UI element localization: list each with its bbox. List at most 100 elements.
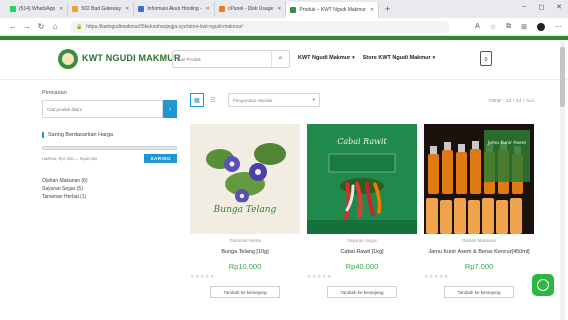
scrollbar-thumb[interactable]	[560, 47, 565, 107]
maximize-icon[interactable]: ◻	[538, 3, 544, 11]
menu-item-kwt[interactable]: KWT Ngudi Makmur ▾	[298, 55, 355, 61]
lock-icon: 🔒	[76, 23, 83, 30]
product-search-input[interactable]	[42, 100, 163, 118]
category-link[interactable]: Olahan Makanan (6)	[42, 177, 177, 185]
product-card[interactable]: Cabai Rawit Sayuran Segar Cabai Rawit [1…	[307, 124, 417, 298]
browser-tab-bad-gateway[interactable]: 502 Bad Gateway ✕	[68, 2, 135, 16]
product-category[interactable]: Sayuran Segar	[307, 238, 417, 243]
product-price: Rp40.000	[345, 262, 379, 271]
rating-stars-icon: ★★★★★	[307, 274, 332, 280]
image-caption: Jamu Kunir Asem	[487, 140, 526, 146]
main-menu: KWT Ngudi Makmur ▾ Store KWT Ngudi Makmur…	[298, 55, 435, 61]
logo-emblem-icon	[62, 53, 74, 65]
jamu-bottles-image: Jamu Kunir Asem	[424, 124, 534, 234]
whatsapp-chat-button[interactable]	[532, 274, 554, 296]
add-to-cart-button[interactable]: Tambah ke keranjang	[444, 286, 514, 298]
page-scrollbar[interactable]	[560, 41, 565, 320]
whatsapp-favicon-icon	[10, 6, 16, 12]
product-name[interactable]: Bunga Telang [10g]	[190, 248, 300, 256]
header-search: ⌕	[172, 50, 290, 68]
site-header: KWT NGUDI MAKMUR ⌕ KWT Ngudi Makmur▾ Sto…	[0, 40, 568, 80]
url-text: https://kwtngudimakmur05kelurahanjogja.x…	[86, 23, 243, 30]
product-image[interactable]: Jamu Kunir Asem	[424, 124, 534, 234]
favorite-icon[interactable]: ☆	[490, 23, 496, 31]
home-icon[interactable]: ⌂	[48, 22, 62, 31]
product-category[interactable]: Olahan Makanan	[424, 238, 534, 243]
site-favicon-icon	[138, 6, 145, 12]
tab-label: Informasi Akun Hosting -	[147, 6, 202, 12]
close-icon[interactable]: ✕	[277, 6, 281, 12]
category-list: Olahan Makanan (6) Sayuran Segar (5) Tan…	[42, 177, 177, 201]
whatsapp-icon	[537, 279, 549, 291]
image-caption: Cabai Rawit	[337, 137, 387, 146]
browser-tab-cpanel[interactable]: cPanel - Disk Usage ✕	[215, 2, 287, 16]
back-icon[interactable]: ←	[6, 22, 20, 31]
close-icon[interactable]: ✕	[370, 7, 374, 13]
browser-tab-hosting[interactable]: Informasi Akun Hosting - ✕	[134, 2, 215, 16]
price-filter-title: Saring Berdasarkan Harga	[42, 132, 177, 138]
sidebar-search-title: Pencarian	[42, 90, 67, 96]
minimize-icon[interactable]: –	[522, 3, 526, 11]
menu-item-store[interactable]: Store KWT Ngudi Makmur ▾	[363, 55, 435, 61]
tab-label: (514) WhatsApp	[19, 6, 56, 12]
product-category[interactable]: Tanaman Herba	[190, 238, 300, 243]
sidebar-search: ›	[42, 100, 177, 118]
rating-stars-icon: ★★★★★	[424, 274, 449, 280]
add-to-cart-button[interactable]: Tambah ke keranjang	[327, 286, 397, 298]
search-submit-button[interactable]: ›	[163, 100, 177, 118]
list-view-icon[interactable]: ☰	[206, 93, 220, 107]
product-name[interactable]: Jamu Kunir Asem & Beras Kencur[450ml]	[424, 248, 534, 256]
new-tab-button[interactable]: +	[385, 4, 390, 14]
collections-icon[interactable]: ⧉	[506, 23, 511, 31]
filter-button[interactable]: SARING	[144, 154, 177, 163]
more-icon[interactable]: ⋯	[555, 23, 562, 31]
browser-tab-produk[interactable]: Produk – KWT Ngudi Makmur ✕	[286, 2, 379, 18]
chevron-down-icon: ▾	[432, 55, 436, 61]
shop-toolbar: ▦ ☰ Pengurutan standar ▾ VIEW : 12 / 24 /…	[190, 92, 535, 108]
price-range-label: HARGA: Rp7,000 — Rp40,000	[42, 156, 98, 161]
browser-tab-bar: (514) WhatsApp ✕ 502 Bad Gateway ✕ Informa…	[0, 0, 568, 18]
forward-icon[interactable]: →	[20, 22, 34, 31]
product-image[interactable]: Bunga Telang	[190, 124, 300, 234]
profile-icon[interactable]	[537, 22, 545, 31]
product-card[interactable]: Bunga Telang Tanaman Herba Bunga Telang …	[190, 124, 300, 298]
product-card[interactable]: Jamu Kunir Asem Olahan Makanan Jamu Kuni…	[424, 124, 534, 298]
category-link[interactable]: Sayuran Segar (5)	[42, 185, 177, 193]
close-window-icon[interactable]: ✕	[556, 3, 562, 11]
bunga-telang-image: Bunga Telang	[190, 124, 300, 234]
shop-sidebar: Pencarian › Saring Berdasarkan Harga HAR…	[42, 90, 177, 201]
slider-fill	[43, 147, 176, 149]
close-icon[interactable]: ✕	[206, 6, 210, 12]
menu-label: KWT Ngudi Makmur	[298, 55, 351, 61]
rating-stars-icon: ★★★★★	[190, 274, 215, 280]
menu-label: Store KWT Ngudi Makmur	[362, 55, 431, 61]
url-field[interactable]: 🔒 https://kwtngudimakmur05kelurahanjogja.…	[70, 20, 450, 33]
cpanel-favicon-icon	[218, 6, 225, 12]
browser-tab-whatsapp[interactable]: (514) WhatsApp ✕	[6, 2, 69, 16]
add-to-cart-button[interactable]: Tambah ke keranjang	[210, 286, 280, 298]
tab-label: cPanel - Disk Usage	[227, 6, 274, 12]
close-icon[interactable]: ✕	[59, 6, 63, 12]
product-name[interactable]: Cabai Rawit [1kg]	[307, 248, 417, 256]
brand-logo[interactable]	[58, 49, 78, 69]
category-link[interactable]: Tanaman Herbal (1)	[42, 193, 177, 201]
search-icon[interactable]: ⌕	[271, 51, 289, 67]
price-range-slider[interactable]	[42, 146, 177, 150]
sort-select[interactable]: Pengurutan standar ▾	[228, 93, 320, 107]
site-favicon-icon	[72, 6, 79, 12]
product-image[interactable]: Cabai Rawit	[307, 124, 417, 234]
view-count[interactable]: VIEW : 12 / 24 / ALL	[488, 98, 535, 103]
tab-label: Produk – KWT Ngudi Makmur	[299, 7, 366, 13]
reload-icon[interactable]: ↻	[34, 22, 48, 31]
extensions-icon[interactable]: ⊞	[521, 23, 527, 31]
address-bar: ← → ↻ ⌂ 🔒 https://kwtngudimakmur05kelurah…	[0, 18, 568, 36]
header-search-input[interactable]	[173, 56, 269, 62]
cart-icon[interactable]: 0	[480, 51, 492, 66]
brand-name[interactable]: KWT NGUDI MAKMUR	[82, 53, 181, 63]
site-favicon-icon	[290, 7, 297, 13]
grid-view-icon[interactable]: ▦	[190, 93, 204, 107]
close-icon[interactable]: ✕	[125, 6, 129, 12]
chevron-down-icon: ▾	[312, 97, 315, 103]
read-aloud-icon[interactable]: A	[475, 23, 480, 30]
image-caption: Bunga Telang	[213, 205, 277, 215]
